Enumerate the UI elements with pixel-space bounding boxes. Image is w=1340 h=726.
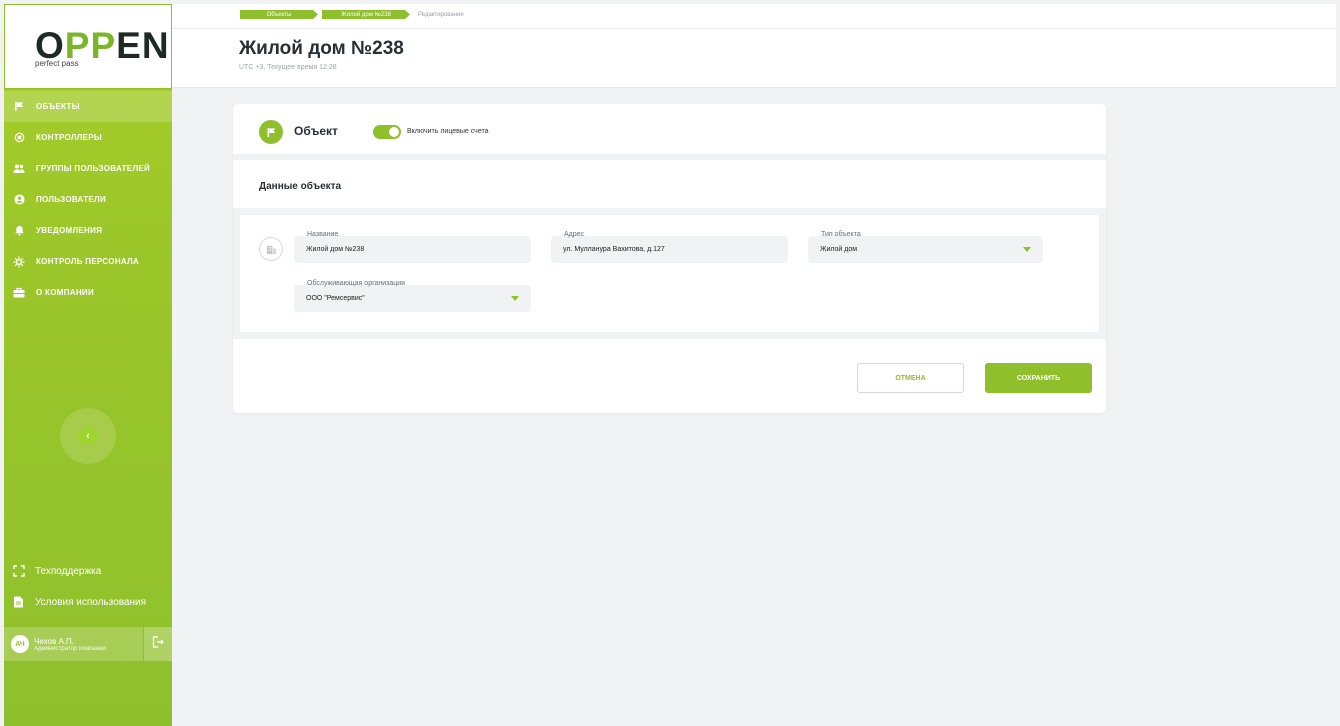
sidebar-item-label: КОНТРОЛЬ ПЕРСОНАЛА: [36, 257, 140, 266]
cancel-button[interactable]: ОТМЕНА: [857, 363, 964, 393]
sidebar-item-label: КОНТРОЛЛЕРЫ: [36, 133, 103, 142]
service-org-label: Обслуживающая организация: [305, 279, 407, 288]
user-name: Чехов А.П.: [34, 636, 74, 646]
page-header: Объекты Жилой дом №238 Редактирование Жи…: [172, 4, 1336, 88]
sidebar-item-notifications[interactable]: УВЕДОМЛЕНИЯ: [4, 215, 172, 246]
save-button[interactable]: СОХРАНИТЬ: [985, 363, 1092, 393]
name-field[interactable]: Название Жилой дом №238: [294, 230, 531, 263]
sidebar-item-label: О КОМПАНИИ: [36, 288, 95, 297]
support-link[interactable]: Техподдержка: [13, 565, 101, 577]
user-role: Администратор компании: [34, 645, 106, 652]
dropdown-caret-icon: [511, 296, 519, 301]
chevron-left-icon: ‹: [78, 428, 98, 444]
name-field-label: Название: [305, 230, 341, 239]
sidebar-item-user-groups[interactable]: ГРУППЫ ПОЛЬЗОВАТЕЛЕЙ: [4, 153, 172, 184]
divider: [1099, 208, 1106, 339]
card-title: Объект: [294, 124, 338, 138]
flag-icon: [259, 120, 283, 144]
logo[interactable]: OPPEN perfect pass: [4, 4, 172, 89]
sidebar-item-users[interactable]: ПОЛЬЗОВАТЕЛИ: [4, 184, 172, 215]
service-org-select[interactable]: Обслуживающая организация ООО "Ремсервис…: [294, 279, 531, 312]
service-org-value: ООО "Ремсервис": [306, 295, 365, 302]
sidebar-item-label: ПОЛЬЗОВАТЕЛИ: [36, 195, 107, 204]
object-type-value: Жилой дом: [820, 246, 858, 253]
breadcrumb-building[interactable]: Жилой дом №238: [322, 10, 410, 19]
building-icon: [259, 237, 283, 261]
sidebar-item-staff-control[interactable]: КОНТРОЛЬ ПЕРСОНАЛА: [4, 246, 172, 277]
bell-icon: [13, 225, 25, 237]
breadcrumb-current: Редактирование: [418, 11, 464, 18]
sidebar-item-label: ГРУППЫ ПОЛЬЗОВАТЕЛЕЙ: [36, 164, 151, 173]
header-divider: [172, 28, 1336, 29]
name-field-value: Жилой дом №238: [306, 246, 365, 253]
logout-button[interactable]: [144, 627, 172, 661]
address-field-label: Адрес: [562, 230, 587, 239]
users-group-icon: [13, 163, 25, 175]
sidebar-item-about-company[interactable]: О КОМПАНИИ: [4, 277, 172, 308]
address-field-value: ул. Мулланура Вахитова, д.127: [563, 246, 665, 253]
sidebar-collapse-button[interactable]: ‹: [60, 408, 116, 464]
document-icon: [13, 596, 25, 608]
dropdown-caret-icon: [1023, 247, 1031, 252]
toggle-knob: [389, 127, 399, 137]
briefcase-icon: [13, 287, 25, 299]
flag-icon: [13, 101, 25, 113]
avatar: АЧ: [11, 635, 29, 653]
support-icon: [13, 565, 25, 577]
controller-icon: [13, 132, 25, 144]
sidebar-nav: ОБЪЕКТЫ КОНТРОЛЛЕРЫ ГРУППЫ ПОЛЬЗОВАТЕЛЕЙ…: [4, 91, 172, 308]
address-field[interactable]: Адрес ул. Мулланура Вахитова, д.127: [551, 230, 788, 263]
divider: [233, 332, 1106, 339]
sidebar-item-objects[interactable]: ОБЪЕКТЫ: [4, 91, 172, 122]
logout-icon: [152, 635, 164, 653]
object-type-select[interactable]: Тип объекта Жилой дом: [808, 230, 1043, 263]
sidebar-item-label: УВЕДОМЛЕНИЯ: [36, 226, 103, 235]
sidebar: OPPEN perfect pass ОБЪЕКТЫ КОНТРОЛЛЕРЫ Г…: [4, 4, 172, 726]
card-header: [233, 104, 1106, 160]
sidebar-item-label: ОБЪЕКТЫ: [36, 102, 80, 111]
staff-control-icon: [13, 256, 25, 268]
object-edit-card: Объект Включить лицевые счета Данные объ…: [233, 104, 1106, 413]
object-data-panel: [240, 215, 1099, 332]
section-title: Данные объекта: [259, 181, 342, 192]
terms-link[interactable]: Условия использования: [13, 596, 146, 608]
divider: [233, 208, 240, 339]
personal-accounts-toggle[interactable]: [373, 125, 401, 139]
breadcrumb-objects[interactable]: Объекты: [240, 10, 318, 19]
logo-tagline: perfect pass: [35, 59, 79, 68]
object-type-label: Тип объекта: [819, 230, 863, 239]
terms-label: Условия использования: [35, 596, 146, 608]
page-title: Жилой дом №238: [239, 38, 404, 59]
user-icon: [13, 194, 25, 206]
user-info: Чехов А.П. Администратор компании: [34, 637, 106, 652]
toggle-label: Включить лицевые счета: [407, 128, 489, 135]
user-profile[interactable]: АЧ Чехов А.П. Администратор компании: [4, 627, 143, 661]
breadcrumb: Объекты Жилой дом №238 Редактирование: [240, 10, 464, 19]
divider: [233, 208, 1106, 215]
sidebar-item-controllers[interactable]: КОНТРОЛЛЕРЫ: [4, 122, 172, 153]
support-label: Техподдержка: [35, 565, 102, 577]
page-subtitle: UTC +3, Текущее время 12:28: [239, 64, 337, 71]
